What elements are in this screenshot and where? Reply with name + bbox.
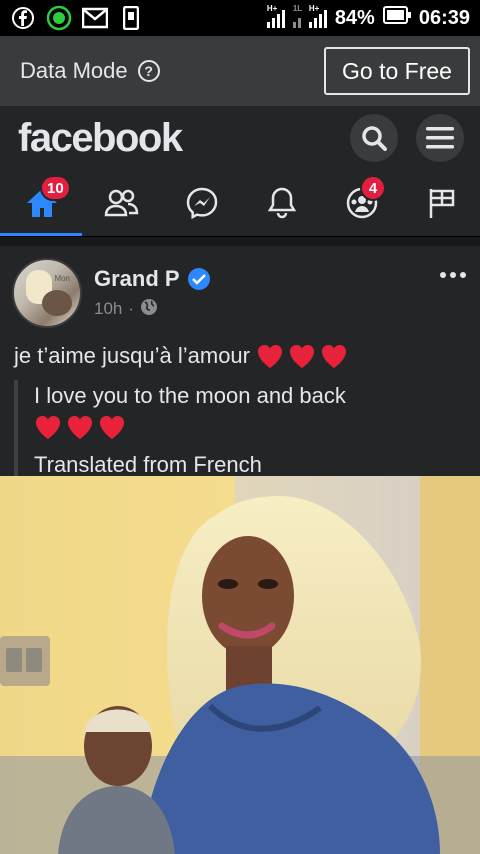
- flag-icon: [429, 189, 455, 218]
- search-icon: [362, 126, 387, 151]
- network-type-label: H+: [266, 4, 278, 13]
- verified-badge-icon: [187, 267, 210, 290]
- network-type-label: 1L: [292, 4, 303, 13]
- heart-icon: [100, 416, 124, 439]
- heart-icon: [290, 345, 314, 368]
- facebook-logo[interactable]: facebook: [18, 116, 183, 161]
- app-header: facebook: [0, 106, 480, 170]
- signal-icon: 1L: [292, 4, 302, 28]
- signal-icon: H+: [266, 4, 285, 28]
- tab-bar: 10 4: [0, 170, 480, 236]
- post-timestamp[interactable]: 10h: [94, 299, 122, 319]
- battery-icon: [382, 6, 411, 30]
- facebook-icon: [10, 5, 36, 31]
- signal-icon: H+: [308, 4, 327, 28]
- heart-icon: [68, 416, 92, 439]
- heart-emojis: [34, 414, 126, 440]
- tab-messenger[interactable]: [180, 181, 224, 225]
- feed-divider: [0, 236, 480, 246]
- avatar-text: Mon: [54, 274, 70, 283]
- notification-badge: 10: [40, 175, 71, 201]
- feed-post: Mon Grand P 10h · je t’aime jusqu’à l’am…: [0, 246, 480, 500]
- heart-icon: [36, 416, 60, 439]
- menu-button[interactable]: [416, 114, 464, 162]
- more-options-button[interactable]: [440, 272, 466, 278]
- post-text: je t’aime jusqu’à l’amour: [0, 328, 480, 372]
- post-photo[interactable]: [0, 476, 480, 854]
- phone-icon: [118, 5, 144, 31]
- meta-separator: ·: [128, 299, 135, 318]
- post-author-name[interactable]: Grand P: [94, 266, 180, 292]
- help-icon[interactable]: ?: [137, 60, 160, 82]
- battery-percent: 84%: [334, 6, 375, 29]
- tab-notifications[interactable]: [260, 181, 304, 225]
- whatsapp-icon: [46, 5, 72, 31]
- messenger-icon: [186, 187, 218, 220]
- search-button[interactable]: [350, 114, 398, 162]
- notification-badge: 4: [360, 175, 386, 201]
- go-to-free-button[interactable]: Go to Free: [324, 47, 470, 95]
- heart-icon: [322, 345, 346, 368]
- post-body: je t’aime jusqu’à l’amour: [14, 343, 250, 368]
- data-mode-label: Data Mode: [20, 58, 128, 83]
- tab-pages[interactable]: [420, 181, 464, 225]
- heart-icon: [258, 345, 282, 368]
- avatar[interactable]: Mon: [12, 258, 82, 328]
- heart-emojis: [256, 343, 348, 369]
- gmail-icon: [82, 5, 108, 31]
- tab-home[interactable]: 10: [20, 175, 71, 225]
- post-header: Mon Grand P 10h ·: [0, 246, 480, 328]
- active-tab-indicator: [0, 233, 82, 236]
- network-type-label: H+: [308, 4, 320, 13]
- hamburger-menu-icon: [426, 127, 454, 149]
- clock: 06:39: [418, 6, 470, 29]
- tab-groups[interactable]: 4: [340, 175, 386, 225]
- status-bar: H+ 1L H+ 84% 06:39: [0, 0, 480, 36]
- translated-text: I love you to the moon and back: [34, 383, 346, 408]
- globe-icon: [140, 298, 158, 321]
- data-mode-bar: Data Mode ? Go to Free: [0, 36, 480, 106]
- friends-icon: [104, 189, 139, 217]
- bell-icon: [267, 187, 297, 219]
- tab-friends[interactable]: [100, 181, 144, 225]
